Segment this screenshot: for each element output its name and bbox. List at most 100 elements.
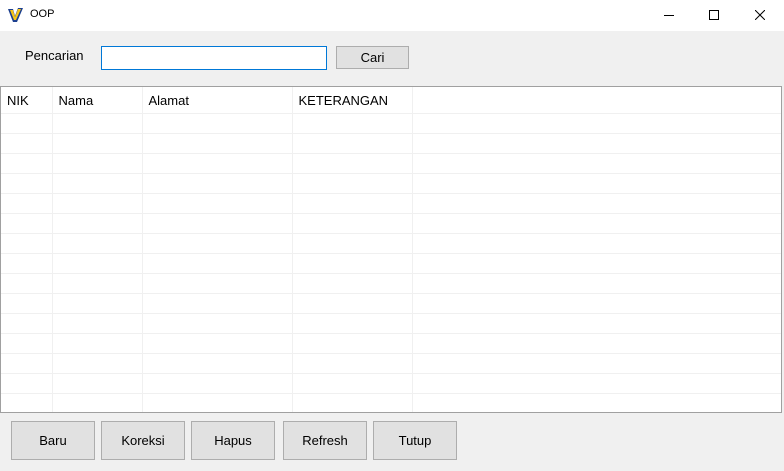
table-cell (52, 253, 143, 274)
table-cell (52, 373, 143, 394)
table-row[interactable] (1, 273, 781, 294)
table-cell (52, 393, 143, 412)
table-row[interactable] (1, 253, 781, 274)
edit-button[interactable]: Koreksi (101, 421, 185, 460)
table-cell (412, 193, 781, 214)
table-cell (1, 213, 53, 234)
table-cell (52, 213, 143, 234)
table-cell (142, 373, 293, 394)
delete-button[interactable]: Hapus (191, 421, 275, 460)
table-cell (142, 133, 293, 154)
table-cell (142, 193, 293, 214)
column-header-nik[interactable]: NIK (1, 87, 53, 114)
search-button[interactable]: Cari (336, 46, 409, 69)
table-row[interactable] (1, 353, 781, 374)
table-cell (142, 233, 293, 254)
table-cell (142, 353, 293, 374)
table-cell (1, 293, 53, 314)
table-cell (412, 293, 781, 314)
action-bar: Baru Koreksi Hapus Refresh Tutup (0, 413, 784, 471)
table-cell (1, 273, 53, 294)
table-cell (1, 173, 53, 194)
table-cell (1, 313, 53, 334)
table-row[interactable] (1, 113, 781, 134)
table-row[interactable] (1, 193, 781, 214)
app-window: OOP Pencarian Cari NIK Nama Alamat KETER… (0, 0, 784, 471)
table-row[interactable] (1, 213, 781, 234)
app-logo-icon (7, 7, 24, 23)
table-cell (412, 153, 781, 174)
close-button[interactable] (737, 0, 783, 30)
table-cell (292, 393, 413, 412)
table-cell (292, 213, 413, 234)
table-cell (412, 173, 781, 194)
search-input[interactable] (101, 46, 327, 70)
table-cell (1, 253, 53, 274)
title-bar[interactable]: OOP (0, 0, 784, 31)
table-cell (412, 333, 781, 354)
table-cell (52, 133, 143, 154)
table-cell (292, 193, 413, 214)
table-cell (52, 193, 143, 214)
table-cell (1, 373, 53, 394)
column-header-alamat[interactable]: Alamat (142, 87, 293, 114)
table-cell (142, 393, 293, 412)
table-row[interactable] (1, 313, 781, 334)
data-grid[interactable]: NIK Nama Alamat KETERANGAN (0, 86, 782, 413)
table-cell (412, 393, 781, 412)
column-header-keterangan[interactable]: KETERANGAN (292, 87, 413, 114)
table-cell (52, 333, 143, 354)
close-icon (754, 8, 766, 23)
table-row[interactable] (1, 153, 781, 174)
table-cell (142, 253, 293, 274)
table-cell (142, 213, 293, 234)
table-cell (292, 133, 413, 154)
table-cell (292, 113, 413, 134)
search-label: Pencarian (25, 48, 84, 63)
close-app-button[interactable]: Tutup (373, 421, 457, 460)
table-cell (1, 113, 53, 134)
table-cell (52, 313, 143, 334)
table-cell (292, 313, 413, 334)
table-row[interactable] (1, 173, 781, 194)
table-cell (292, 173, 413, 194)
table-cell (292, 253, 413, 274)
table-cell (412, 233, 781, 254)
table-cell (292, 233, 413, 254)
table-cell (142, 293, 293, 314)
table-cell (292, 353, 413, 374)
table-cell (142, 313, 293, 334)
table-cell (292, 273, 413, 294)
table-cell (412, 133, 781, 154)
table-row[interactable] (1, 293, 781, 314)
table-cell (1, 333, 53, 354)
column-header-nama[interactable]: Nama (52, 87, 143, 114)
table-header-row: NIK Nama Alamat KETERANGAN (1, 87, 781, 114)
data-table: NIK Nama Alamat KETERANGAN (1, 87, 781, 412)
table-row[interactable] (1, 233, 781, 254)
new-button[interactable]: Baru (11, 421, 95, 460)
table-cell (52, 293, 143, 314)
table-cell (412, 113, 781, 134)
maximize-button[interactable] (691, 0, 737, 30)
table-row[interactable] (1, 393, 781, 412)
table-row[interactable] (1, 333, 781, 354)
maximize-icon (709, 8, 719, 23)
table-cell (142, 153, 293, 174)
minimize-button[interactable] (646, 0, 692, 30)
search-panel: Pencarian Cari (0, 31, 784, 86)
table-cell (292, 333, 413, 354)
table-row[interactable] (1, 373, 781, 394)
table-cell (412, 213, 781, 234)
table-row[interactable] (1, 133, 781, 154)
refresh-button[interactable]: Refresh (283, 421, 367, 460)
table-cell (1, 193, 53, 214)
window-title: OOP (30, 8, 55, 20)
table-cell (1, 153, 53, 174)
column-header-filler (412, 87, 781, 114)
table-cell (292, 293, 413, 314)
table-cell (292, 153, 413, 174)
table-cell (52, 353, 143, 374)
table-cell (1, 233, 53, 254)
table-cell (1, 133, 53, 154)
